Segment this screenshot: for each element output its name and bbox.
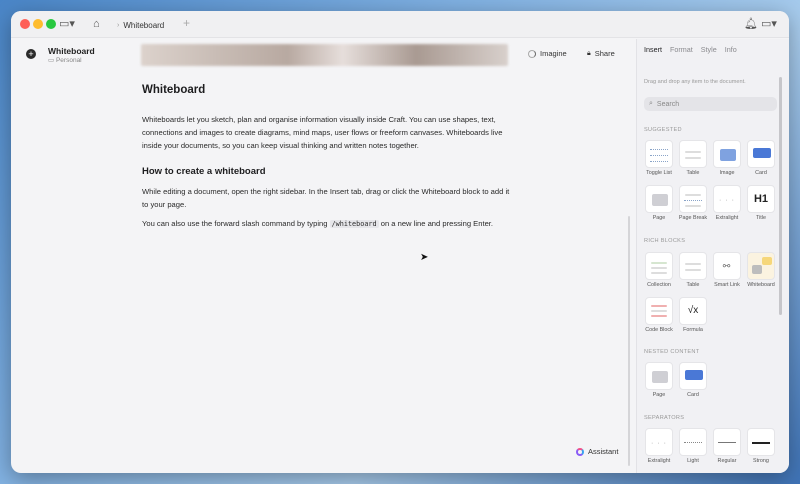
heading-icon: H1: [747, 185, 775, 213]
tab-insert[interactable]: Insert: [644, 45, 662, 54]
section-nested-content: NESTED CONTENT: [644, 349, 700, 355]
table-icon: [679, 140, 707, 168]
tab-info[interactable]: Info: [725, 45, 737, 54]
insert-extralight[interactable]: · · · Extralight: [712, 185, 742, 221]
insert-smart-link[interactable]: ⚯ Smart Link: [712, 252, 742, 288]
new-tab-button[interactable]: +: [183, 16, 190, 30]
insert-whiteboard[interactable]: Whiteboard: [746, 252, 776, 288]
separator-light-icon: [679, 428, 707, 456]
formula-icon: √x: [679, 297, 707, 325]
slash-command-paragraph[interactable]: You can also use the forward slash comma…: [142, 217, 512, 231]
section-separators: SEPARATORS: [644, 415, 685, 421]
imagine-icon: [528, 49, 536, 58]
document-space[interactable]: ▭ Personal: [48, 56, 82, 64]
insert-formula[interactable]: √x Formula: [678, 297, 708, 333]
separator-regular-icon: [713, 428, 741, 456]
cover-image[interactable]: [141, 44, 508, 66]
chevron-right-icon: ›: [117, 21, 120, 29]
search-icon: ⌕: [649, 100, 653, 107]
assistant-icon: [576, 447, 584, 456]
separator-extralight-icon: · · ·: [645, 428, 673, 456]
insert-table[interactable]: Table: [678, 140, 708, 176]
link-icon: ⚯: [713, 252, 741, 280]
step-paragraph[interactable]: While editing a document, open the right…: [142, 185, 512, 211]
page-icon: [645, 362, 673, 390]
table-icon: [679, 252, 707, 280]
insert-sidebar: Insert Format Style Info Drag and drop a…: [636, 39, 789, 473]
document-scrollbar[interactable]: [628, 216, 630, 466]
code-block-icon: [645, 297, 673, 325]
app-window: ▭▾ ⌂ › Whiteboard + 🔔︎ ▭▾ + Whiteboard ▭…: [11, 11, 789, 473]
section-suggested: SUGGESTED: [644, 127, 682, 133]
sidebar-hint: Drag and drop any item to the document.: [644, 79, 746, 85]
add-document-button[interactable]: +: [26, 49, 36, 59]
close-window-button[interactable]: [20, 19, 30, 29]
sidebar-scrollbar[interactable]: [779, 77, 782, 315]
tab-style[interactable]: Style: [701, 45, 717, 54]
section-heading[interactable]: How to create a whiteboard: [142, 166, 266, 177]
tab-label: Whiteboard: [123, 20, 165, 30]
separator-strong-icon: [747, 428, 775, 456]
insert-collection[interactable]: Collection: [644, 252, 674, 288]
intro-paragraph[interactable]: Whiteboards let you sketch, plan and org…: [142, 113, 512, 152]
card-icon: [679, 362, 707, 390]
section-rich-blocks: RICH BLOCKS: [644, 238, 686, 244]
toggle-list-icon: [645, 140, 673, 168]
insert-nested-card[interactable]: Card: [678, 362, 708, 398]
insert-separator-extralight[interactable]: · · · Extralight: [644, 428, 674, 464]
assistant-button[interactable]: Assistant: [576, 447, 618, 456]
search-input[interactable]: ⌕ Search: [644, 97, 777, 111]
document-title[interactable]: Whiteboard: [48, 46, 95, 56]
insert-page-break[interactable]: Page Break: [678, 185, 708, 221]
insert-nested-page[interactable]: Page: [644, 362, 674, 398]
insert-title[interactable]: H1 Title: [746, 185, 776, 221]
mouse-pointer-icon: ➤: [420, 252, 429, 263]
whiteboard-icon: [747, 252, 775, 280]
share-button[interactable]: 🔒︎ Share: [587, 49, 615, 58]
insert-page[interactable]: Page: [644, 185, 674, 221]
title-bar: ▭▾ ⌂ › Whiteboard + 🔔︎ ▭▾: [11, 11, 789, 38]
bell-icon[interactable]: 🔔︎: [744, 17, 758, 31]
imagine-button[interactable]: Imagine: [528, 49, 567, 58]
insert-toggle-list[interactable]: Toggle List: [644, 140, 674, 176]
insert-separator-light[interactable]: Light: [678, 428, 708, 464]
folder-icon: ▭: [48, 57, 55, 64]
insert-separator-regular[interactable]: Regular: [712, 428, 742, 464]
page-icon: [645, 185, 673, 213]
sidebar-toggle-icon[interactable]: ▭▾: [59, 17, 75, 31]
inline-code: /whiteboard: [329, 220, 379, 228]
card-icon: [747, 140, 775, 168]
page-break-icon: [679, 185, 707, 213]
tab-format[interactable]: Format: [670, 45, 693, 54]
zoom-window-button[interactable]: [46, 19, 56, 29]
lock-icon: 🔒︎: [587, 49, 591, 57]
image-icon: [713, 140, 741, 168]
home-icon[interactable]: ⌂: [93, 17, 100, 31]
extralight-icon: · · ·: [713, 185, 741, 213]
insert-rich-table[interactable]: Table: [678, 252, 708, 288]
sidebar-tabs: Insert Format Style Info: [644, 45, 737, 54]
tab-whiteboard[interactable]: › Whiteboard: [117, 16, 182, 34]
insert-code-block[interactable]: Code Block: [644, 297, 674, 333]
insert-image[interactable]: Image: [712, 140, 742, 176]
minimize-window-button[interactable]: [33, 19, 43, 29]
collection-icon: [645, 252, 673, 280]
insert-card[interactable]: Card: [746, 140, 776, 176]
insert-separator-strong[interactable]: Strong: [746, 428, 776, 464]
right-sidebar-toggle-icon[interactable]: ▭▾: [761, 17, 777, 31]
page-title[interactable]: Whiteboard: [142, 84, 205, 96]
